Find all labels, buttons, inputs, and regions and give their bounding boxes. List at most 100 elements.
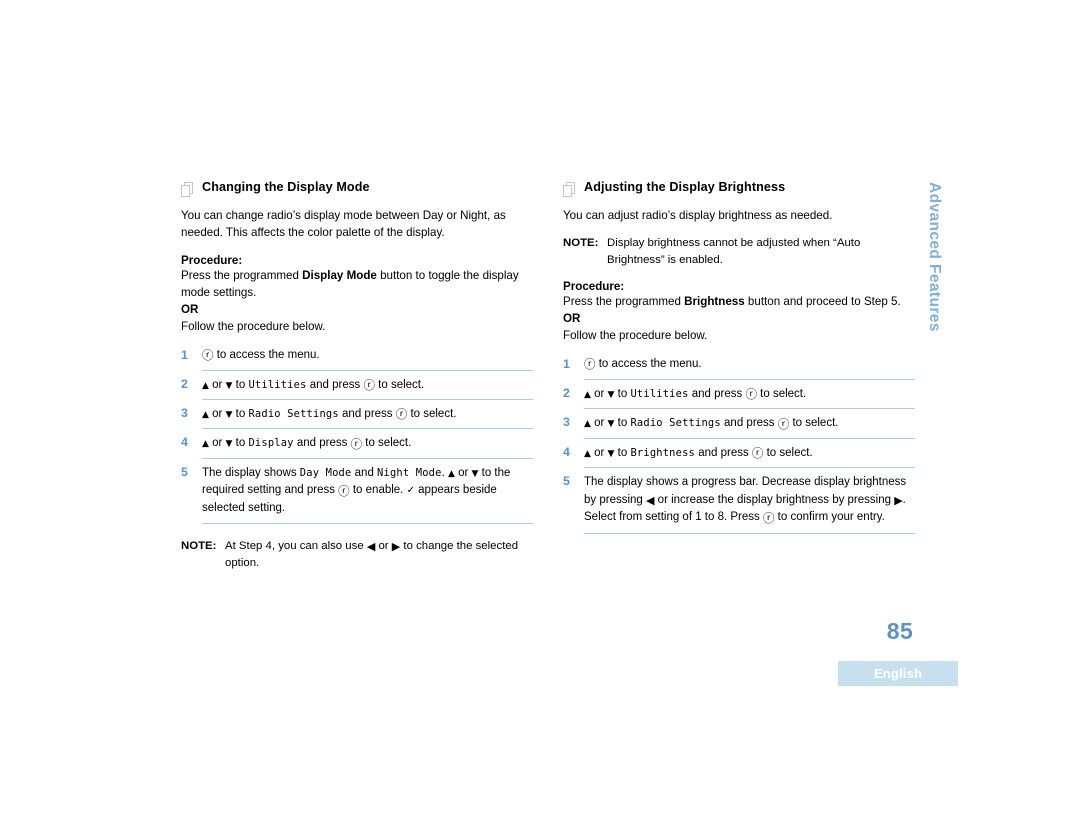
right-procedure-lead-post: button and proceed to Step 5. <box>744 295 901 309</box>
chapter-side-tab: Advanced Features <box>912 182 956 422</box>
menu-term: Night Mode <box>377 466 442 479</box>
menu-icon: ⓡ <box>745 387 757 402</box>
right-icon: ▶ <box>391 540 401 554</box>
left-intro-paragraph: You can change radio’s display mode betw… <box>181 209 506 239</box>
step-number: 2 <box>563 385 570 400</box>
right-procedure-lead: Press the programmed Brightness button a… <box>563 294 915 311</box>
up-icon: ▲ <box>202 380 209 391</box>
menu-term: Utilities <box>630 387 689 400</box>
menu-term: Radio Settings <box>630 417 721 430</box>
step-text: ▲ or ▼ to Radio Settings and press ⓡ to … <box>584 408 915 432</box>
left-procedure-label: Procedure: <box>181 253 243 267</box>
left-procedure-button-name: Display Mode <box>302 268 377 282</box>
down-icon: ▼ <box>225 380 233 391</box>
down-icon: ▼ <box>471 468 479 479</box>
left-note: NOTE: At Step 4, you can also use ◀ or ▶… <box>181 538 533 571</box>
step-number: 1 <box>563 356 570 371</box>
down-icon: ▼ <box>225 409 233 420</box>
up-icon: ▲ <box>447 468 455 479</box>
right-steps-end-rule <box>584 532 915 534</box>
language-badge: English <box>838 661 958 686</box>
left-or-label: OR <box>181 302 199 316</box>
step-number: 5 <box>563 474 570 489</box>
menu-term: Day Mode <box>299 466 352 479</box>
right-procedure-label: Procedure: <box>563 280 625 294</box>
up-icon: ▲ <box>202 439 209 450</box>
step-text: ⓡ to access the menu. <box>202 348 320 363</box>
step-text: ▲ or ▼ to Radio Settings and press ⓡ to … <box>202 398 533 423</box>
right-steps-list: 1 ⓡ to access the menu. 2 ▲ or ▼ to Utiliti… <box>563 351 915 533</box>
menu-icon: ⓡ <box>584 357 596 372</box>
procedure-step: 3 ▲ or ▼ to Radio Settings and press ⓡ to… <box>563 408 915 438</box>
down-icon: ▼ <box>225 439 233 450</box>
step-text: ▲ or ▼ to Display and press ⓡ to select. <box>202 428 533 452</box>
menu-icon: ⓡ <box>777 416 790 431</box>
step-text: ▲ or ▼ to Brightness and press ⓡ to sele… <box>584 437 915 462</box>
procedure-step: 1 ⓡ to access the menu. <box>563 351 915 380</box>
left-section-title: Changing the Display Mode <box>202 180 370 194</box>
left-icon: ◀ <box>646 493 655 507</box>
left-steps-list: 1 ⓡ to access the menu. 2 ▲ or ▼ to Utiliti… <box>181 342 533 524</box>
left-note-label: NOTE: <box>181 540 217 553</box>
menu-icon: ⓡ <box>395 407 408 422</box>
left-procedure-lead-pre: Press the programmed <box>181 268 303 282</box>
menu-icon: ⓡ <box>338 483 350 498</box>
procedure-step: 3 ▲ or ▼ to Radio Settings and press ⓡ to… <box>181 398 533 429</box>
up-icon: ▲ <box>584 389 591 400</box>
chapter-side-tab-label: Advanced Features <box>926 182 943 332</box>
right-section-heading: Adjusting the Display Brightness <box>563 180 915 197</box>
right-section-title: Adjusting the Display Brightness <box>584 180 786 194</box>
right-follow-text: Follow the procedure below. <box>563 329 708 343</box>
step-number: 5 <box>181 464 188 479</box>
procedure-step: 5 The display shows Day Mode and Night Mo… <box>181 457 533 523</box>
step-number: 1 <box>181 347 188 362</box>
step-number: 2 <box>181 376 188 391</box>
step-text: The display shows Day Mode and Night Mod… <box>202 457 533 517</box>
right-or-label: OR <box>563 312 581 326</box>
menu-term: Utilities <box>248 378 307 391</box>
right-icon: ▶ <box>894 493 903 507</box>
step-number: 3 <box>181 405 188 420</box>
left-icon: ◀ <box>366 540 376 554</box>
document-pages-icon <box>563 182 576 197</box>
menu-icon: ⓡ <box>202 348 214 363</box>
left-follow-text: Follow the procedure below. <box>181 319 326 333</box>
right-intro-paragraph: You can adjust radio’s display brightnes… <box>563 209 833 222</box>
menu-term: Display <box>248 437 294 450</box>
up-icon: ▲ <box>202 409 209 420</box>
menu-term: Brightness <box>630 446 696 459</box>
menu-icon: ⓡ <box>751 446 764 461</box>
down-icon: ▼ <box>607 389 615 400</box>
right-procedure-button-name: Brightness <box>684 295 745 309</box>
step-number: 4 <box>563 444 570 459</box>
left-steps-end-rule <box>202 523 533 525</box>
right-procedure-lead-pre: Press the programmed <box>563 295 685 309</box>
check-icon: ✓ <box>406 485 415 497</box>
document-pages-icon <box>181 182 194 197</box>
left-procedure-lead: Press the programmed Display Mode button… <box>181 268 533 302</box>
step-text: The display shows a progress bar. Decrea… <box>584 467 915 526</box>
menu-icon: ⓡ <box>762 510 775 525</box>
step-number: 3 <box>563 415 570 430</box>
procedure-step: 4 ▲ or ▼ to Display and press ⓡ to select… <box>181 428 533 458</box>
procedure-step: 2 ▲ or ▼ to Utilities and press ⓡ to sele… <box>181 369 533 400</box>
menu-icon: ⓡ <box>350 436 363 451</box>
procedure-step: 4 ▲ or ▼ to Brightness and press ⓡ to sel… <box>563 437 915 468</box>
left-note-body: At Step 4, you can also use ◀ or ▶ to ch… <box>225 540 519 569</box>
up-icon: ▲ <box>584 448 591 459</box>
right-note-label: NOTE: <box>563 236 599 249</box>
right-column: Adjusting the Display Brightness You can… <box>563 180 915 534</box>
menu-term: Radio Settings <box>248 407 339 420</box>
language-badge-label: English <box>873 666 923 681</box>
left-column: Changing the Display Mode You can change… <box>181 180 533 584</box>
step-text: ⓡ to access the menu. <box>584 357 702 372</box>
left-section-heading: Changing the Display Mode <box>181 180 533 197</box>
page-number: 85 <box>886 618 914 644</box>
menu-icon: ⓡ <box>363 378 375 393</box>
right-note-body: Display brightness cannot be adjusted wh… <box>607 236 861 266</box>
procedure-step: 5 The display shows a progress bar. Decre… <box>563 467 915 532</box>
step-number: 4 <box>181 435 188 450</box>
right-note: NOTE: Display brightness cannot be adjus… <box>563 235 915 268</box>
step-text: ▲ or ▼ to Utilities and press ⓡ to selec… <box>584 378 915 403</box>
step-text: ▲ or ▼ to Utilities and press ⓡ to selec… <box>202 369 533 394</box>
